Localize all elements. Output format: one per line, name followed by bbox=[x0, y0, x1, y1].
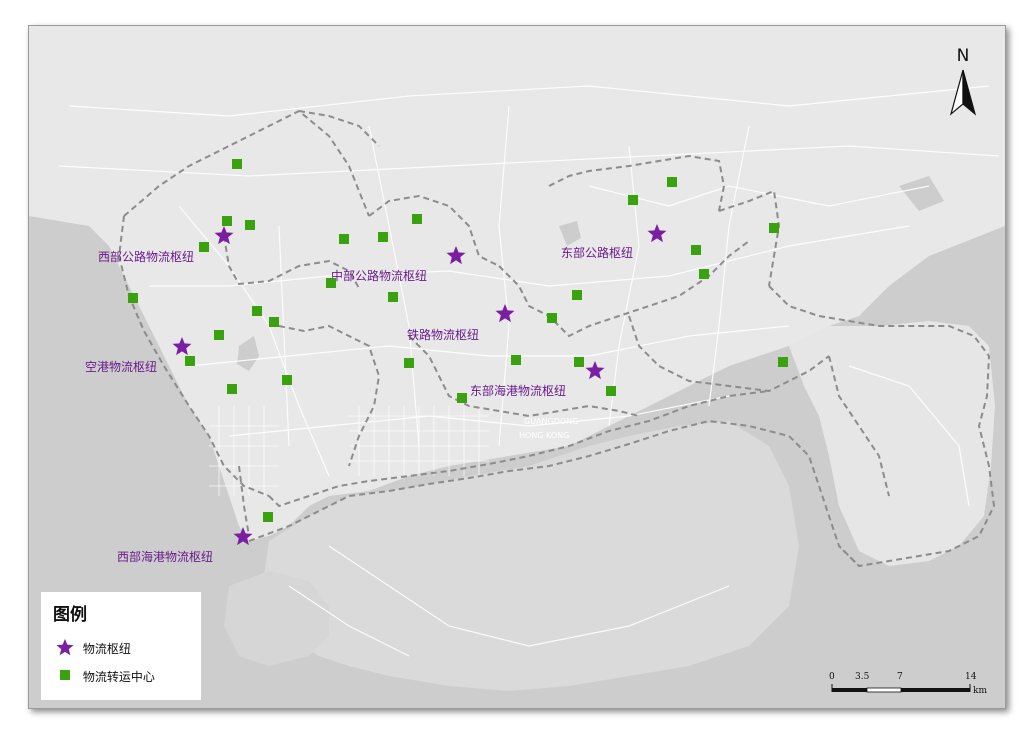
transfer-center-marker bbox=[388, 292, 398, 302]
transfer-center-marker bbox=[185, 356, 195, 366]
transfer-center-marker bbox=[269, 317, 279, 327]
hub-label: 中部公路物流枢纽 bbox=[331, 268, 427, 283]
transfer-center-marker bbox=[778, 357, 788, 367]
scale-unit: km bbox=[973, 686, 987, 696]
hub-label: 东部公路枢纽 bbox=[561, 245, 633, 260]
map-frame: GUANGDONG HONG KONG 西部公路物流枢纽 中部公路物流枢纽 东部… bbox=[28, 25, 1006, 709]
legend-item-center: 物流转运中心 bbox=[51, 668, 155, 685]
legend-label: 物流转运中心 bbox=[82, 670, 155, 684]
transfer-center-marker bbox=[199, 242, 209, 252]
transfer-center-marker bbox=[378, 232, 388, 242]
transfer-center-marker bbox=[404, 358, 414, 368]
star-icon bbox=[51, 638, 79, 659]
transfer-center-marker bbox=[628, 195, 638, 205]
transfer-center-marker bbox=[691, 245, 701, 255]
legend-label: 物流枢纽 bbox=[82, 642, 131, 656]
transfer-center-marker bbox=[339, 234, 349, 244]
legend: 图例 物流枢纽 物流转运中心 bbox=[41, 592, 201, 700]
transfer-center-marker bbox=[606, 386, 616, 396]
transfer-center-marker bbox=[214, 330, 224, 340]
transfer-center-marker bbox=[227, 384, 237, 394]
legend-item-hub: 物流枢纽 bbox=[51, 638, 131, 659]
transfer-center-marker bbox=[412, 214, 422, 224]
transfer-center-marker bbox=[252, 306, 262, 316]
transfer-center-marker bbox=[572, 290, 582, 300]
hub-label: 西部海港物流枢纽 bbox=[117, 549, 213, 564]
north-arrow: N bbox=[943, 46, 983, 120]
transfer-center-marker bbox=[222, 216, 232, 226]
hub-label: 空港物流枢纽 bbox=[85, 359, 157, 374]
transfer-center-marker bbox=[769, 223, 779, 233]
transfer-center-marker bbox=[282, 375, 292, 385]
scale-bar: 0 3.5 7 14 km bbox=[825, 672, 995, 702]
transfer-center-marker bbox=[128, 293, 138, 303]
transfer-center-marker bbox=[574, 357, 584, 367]
transfer-center-marker bbox=[511, 355, 521, 365]
north-arrow-icon bbox=[949, 69, 977, 116]
transfer-center-marker bbox=[263, 512, 273, 522]
square-icon bbox=[51, 669, 79, 684]
hub-label: 东部海港物流枢纽 bbox=[470, 383, 566, 398]
basemap-label-hongkong: HONG KONG bbox=[519, 431, 569, 440]
transfer-center-marker bbox=[699, 269, 709, 279]
transfer-center-marker bbox=[457, 393, 467, 403]
transfer-center-marker bbox=[667, 177, 677, 187]
basemap-label-guangdong: GUANGDONG bbox=[524, 417, 578, 426]
transfer-center-marker bbox=[547, 313, 557, 323]
transfer-center-marker bbox=[245, 220, 255, 230]
transfer-center-marker bbox=[232, 159, 242, 169]
hub-label: 铁路物流枢纽 bbox=[407, 327, 479, 342]
hub-label: 西部公路物流枢纽 bbox=[98, 249, 194, 264]
scale-bar-graphic bbox=[831, 684, 971, 693]
legend-title: 图例 bbox=[53, 605, 87, 625]
